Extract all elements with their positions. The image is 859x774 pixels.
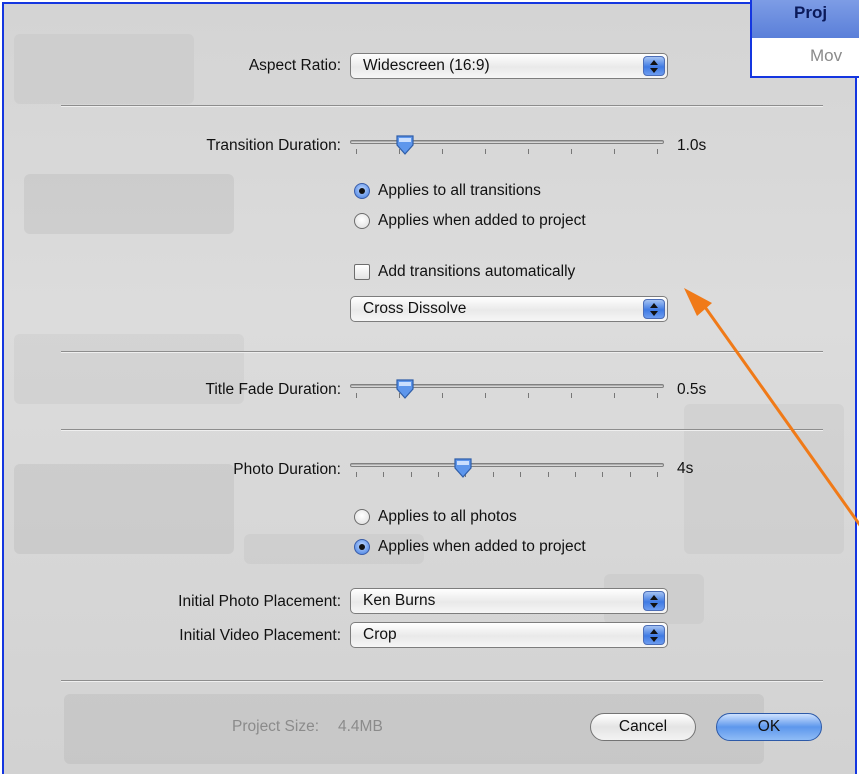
separator [61,680,823,681]
inset-text-line2: Mov [810,46,843,65]
slider-knob-icon[interactable] [394,134,416,156]
photo-duration-label: Photo Duration: [233,461,341,478]
photo-duration-slider[interactable] [350,455,664,483]
popup-stepper-icon [643,591,665,611]
slider-knob-icon[interactable] [394,378,416,400]
project-size-label: Project Size: [232,718,320,735]
slider-knob-icon[interactable] [452,457,474,479]
transition-duration-label: Transition Duration: [206,137,341,154]
slider-track [350,463,664,467]
separator [61,351,823,352]
initial-video-placement-value: Crop [363,626,397,643]
applies-when-added-transitions-label[interactable]: Applies when added to project [378,212,586,230]
popup-stepper-icon [643,625,665,645]
ok-button[interactable]: OK [716,713,822,741]
title-fade-duration-slider[interactable] [350,376,664,404]
separator [61,105,823,106]
add-transitions-automatically-checkbox[interactable] [354,264,370,280]
applies-when-added-photos-label[interactable]: Applies when added to project [378,538,586,556]
photo-duration-value: 4s [677,460,694,477]
transition-type-popup[interactable]: Cross Dissolve [350,296,668,322]
title-fade-duration-label: Title Fade Duration: [205,381,341,398]
transition-type-value: Cross Dissolve [363,300,467,317]
transition-duration-value: 1.0s [677,137,707,154]
add-transitions-automatically-label[interactable]: Add transitions automatically [378,263,575,281]
initial-photo-placement-label: Initial Photo Placement: [178,593,341,610]
radio-applies-all-transitions[interactable] [354,183,370,199]
radio-applies-all-photos[interactable] [354,509,370,525]
radio-applies-when-added-photos[interactable] [354,539,370,555]
radio-applies-when-added-transitions[interactable] [354,213,370,229]
separator [61,429,823,430]
aspect-ratio-popup[interactable]: Widescreen (16:9) [350,53,668,79]
project-properties-dialog: Aspect Ratio: Widescreen (16:9) Transiti… [2,2,857,774]
popup-stepper-icon [643,299,665,319]
initial-video-placement-popup[interactable]: Crop [350,622,668,648]
initial-video-placement-label: Initial Video Placement: [179,627,341,644]
aspect-ratio-label: Aspect Ratio: [248,57,341,74]
applies-all-transitions-label[interactable]: Applies to all transitions [378,182,541,200]
inset-text-line1: Proj [794,3,828,22]
slider-ticks [356,472,658,478]
title-fade-duration-value: 0.5s [677,381,707,398]
project-size-value: 4.4MB [338,718,383,735]
initial-photo-placement-value: Ken Burns [363,592,436,609]
initial-photo-placement-popup[interactable]: Ken Burns [350,588,668,614]
transition-duration-slider[interactable] [350,132,664,160]
cancel-button[interactable]: Cancel [590,713,696,741]
popup-stepper-icon [643,56,665,76]
aspect-ratio-value: Widescreen (16:9) [363,57,490,74]
applies-all-photos-label[interactable]: Applies to all photos [378,508,517,526]
background-window-inset: Proj Mov [750,0,859,78]
